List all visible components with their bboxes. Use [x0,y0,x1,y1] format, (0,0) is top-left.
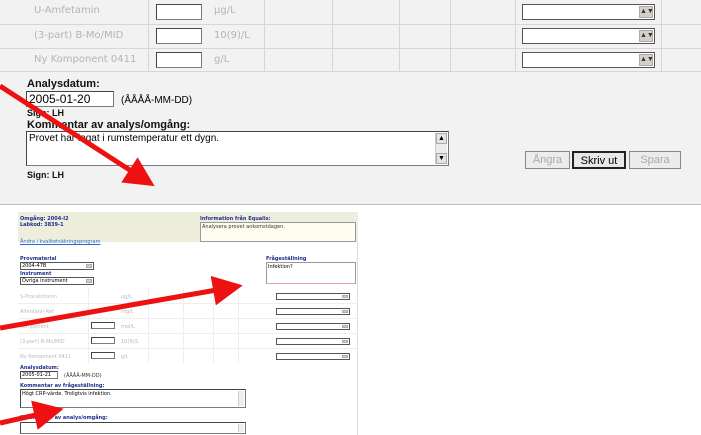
annotation-arrows [0,83,243,430]
red-arrow [0,275,243,331]
red-arrow [0,83,155,187]
red-arrow [0,400,64,430]
